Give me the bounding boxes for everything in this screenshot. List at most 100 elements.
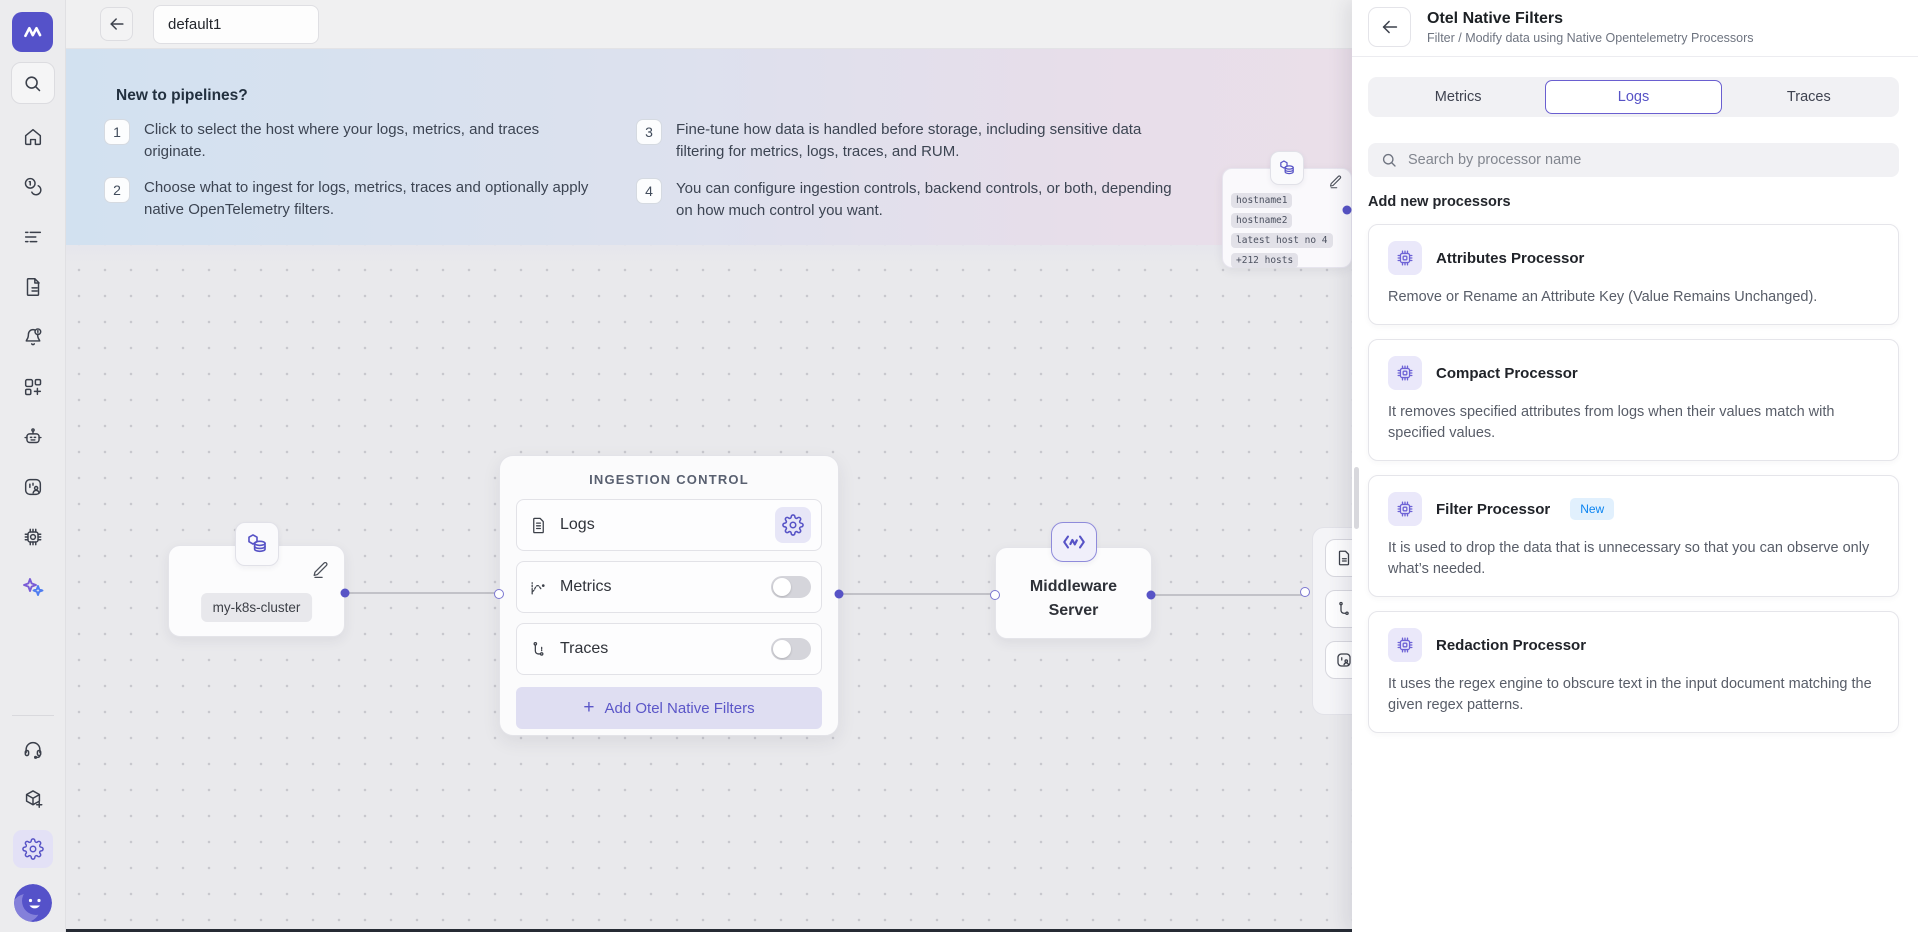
- search-icon: [22, 73, 43, 94]
- connection-point[interactable]: [835, 590, 844, 599]
- processor-card-filter[interactable]: Filter Processor New It is used to drop …: [1368, 475, 1899, 597]
- user-analytics-icon: [1335, 651, 1352, 669]
- stub-rum-box[interactable]: [1325, 641, 1352, 679]
- logs-doc-icon: [529, 516, 548, 535]
- edit-source-node-button[interactable]: [311, 560, 330, 579]
- k8s-badge: [235, 522, 279, 566]
- sidebar-item-alerts[interactable]: [13, 318, 53, 356]
- user-avatar[interactable]: [14, 884, 52, 922]
- headphones-icon: [22, 738, 44, 760]
- processor-name: Filter Processor: [1436, 501, 1550, 518]
- connection-point[interactable]: [1300, 587, 1310, 597]
- logs-settings-button[interactable]: [775, 507, 811, 543]
- pipeline-canvas[interactable]: New to pipelines? 1 Click to select the …: [66, 49, 1352, 932]
- sidebar-item-infrastructure[interactable]: [13, 518, 53, 556]
- destination-stub-card[interactable]: [1312, 527, 1352, 715]
- arrow-left-icon: [1379, 16, 1401, 38]
- connection-point[interactable]: [990, 590, 1000, 600]
- panel-scrollbar[interactable]: [1354, 467, 1359, 529]
- topbar: [66, 0, 1352, 49]
- sidebar-item-home[interactable]: [13, 118, 53, 156]
- processor-card-redaction[interactable]: Redaction Processor It uses the regex en…: [1368, 611, 1899, 733]
- back-button[interactable]: [100, 7, 133, 41]
- stub-traces-box[interactable]: [1325, 590, 1352, 628]
- arrow-left-icon: [107, 14, 127, 34]
- connection-point[interactable]: [1343, 206, 1352, 215]
- ingestion-row-metrics[interactable]: Metrics: [516, 561, 822, 613]
- middleware-logo[interactable]: [12, 12, 53, 52]
- sidebar-item-ai[interactable]: [13, 568, 53, 606]
- host-preview-node[interactable]: hostname1 hostname2 latest host no 4 +21…: [1222, 168, 1352, 268]
- signal-tabs: Metrics Logs Traces: [1368, 77, 1899, 117]
- processor-card-attributes[interactable]: Attributes Processor Remove or Rename an…: [1368, 224, 1899, 325]
- host-pill: hostname2: [1231, 213, 1292, 228]
- ingestion-row-label: Traces: [560, 640, 771, 658]
- add-otel-native-filters-button[interactable]: + Add Otel Native Filters: [516, 687, 822, 729]
- tab-metrics[interactable]: Metrics: [1371, 80, 1545, 114]
- edge-ingestion-to-middleware: [839, 593, 995, 595]
- sidebar-item-logs[interactable]: [13, 218, 53, 256]
- sidebar-item-rum[interactable]: [13, 468, 53, 506]
- middleware-server-label: Middleware Server: [1030, 563, 1117, 623]
- traces-icon: [529, 640, 548, 659]
- source-node-my-k8s-cluster[interactable]: my-k8s-cluster: [168, 545, 345, 637]
- log-lines-icon: [22, 226, 44, 248]
- tab-traces[interactable]: Traces: [1722, 80, 1896, 114]
- step-number: 2: [104, 177, 130, 203]
- host-pills: hostname1 hostname2 latest host no 4 +21…: [1231, 193, 1343, 268]
- processor-description: It is used to drop the data that is unne…: [1388, 538, 1880, 580]
- stub-logs-box[interactable]: [1325, 539, 1352, 577]
- tab-logs[interactable]: Logs: [1545, 80, 1721, 114]
- panel-title: Otel Native Filters: [1427, 10, 1754, 28]
- help-step: 1 Click to select the host where your lo…: [104, 119, 589, 163]
- host-pill: hostname1: [1231, 193, 1292, 208]
- step-text: You can configure ingestion controls, ba…: [676, 178, 1181, 222]
- help-band-fade: [66, 245, 1352, 263]
- chip-icon: [22, 526, 44, 548]
- help-step: 2 Choose what to ingest for logs, metric…: [104, 177, 589, 221]
- package-plus-icon: [22, 788, 44, 810]
- processor-description: Remove or Rename an Attribute Key (Value…: [1388, 287, 1880, 308]
- processor-card-compact[interactable]: Compact Processor It removes specified a…: [1368, 339, 1899, 461]
- sidebar-item-reports[interactable]: [13, 268, 53, 306]
- middleware-server-node[interactable]: Middleware Server: [995, 547, 1152, 639]
- plus-icon: +: [583, 698, 594, 717]
- connection-point[interactable]: [494, 589, 504, 599]
- connection-point[interactable]: [341, 589, 350, 598]
- ingestion-row-traces[interactable]: Traces: [516, 623, 822, 675]
- sidebar-item-integrations[interactable]: [13, 780, 53, 818]
- k8s-cluster-icon: [244, 531, 270, 557]
- k8s-cluster-icon: [1277, 158, 1297, 178]
- add-processors-heading: Add new processors: [1368, 194, 1899, 210]
- panel-header-text: Otel Native Filters Filter / Modify data…: [1427, 10, 1754, 45]
- sidebar-item-billing[interactable]: [13, 168, 53, 206]
- processor-search-input[interactable]: [1408, 152, 1887, 168]
- k8s-badge: [1270, 151, 1304, 185]
- processor-search[interactable]: [1368, 143, 1899, 177]
- metrics-toggle-off[interactable]: [771, 576, 811, 598]
- sidebar-item-dashboards[interactable]: [13, 368, 53, 406]
- traces-toggle-off[interactable]: [771, 638, 811, 660]
- sidebar-search-button[interactable]: [11, 62, 55, 104]
- app-window: New to pipelines? 1 Click to select the …: [0, 0, 1918, 932]
- search-icon: [1380, 151, 1398, 169]
- ingestion-control-card[interactable]: INGESTION CONTROL Logs Metrics: [499, 455, 839, 736]
- edit-host-preview-button[interactable]: [1328, 174, 1343, 189]
- host-pill: +212 hosts: [1231, 253, 1298, 268]
- avatar-smiley-icon: [14, 884, 52, 922]
- pencil-icon: [1328, 174, 1343, 189]
- sidebar-item-support[interactable]: [13, 730, 53, 768]
- panel-subtitle: Filter / Modify data using Native Opente…: [1427, 31, 1754, 45]
- processor-chip-icon: [1388, 628, 1422, 662]
- panel-back-button[interactable]: [1368, 7, 1411, 47]
- step-text: Fine-tune how data is handled before sto…: [676, 119, 1151, 163]
- processor-chip-icon: [1388, 241, 1422, 275]
- document-icon: [1335, 549, 1352, 567]
- pipeline-name-input[interactable]: [153, 5, 319, 44]
- processor-description: It removes specified attributes from log…: [1388, 402, 1880, 444]
- sidebar-item-assistant[interactable]: [13, 418, 53, 456]
- processor-chip-icon: [1388, 492, 1422, 526]
- connection-point[interactable]: [1147, 591, 1156, 600]
- ingestion-row-logs[interactable]: Logs: [516, 499, 822, 551]
- sidebar-item-settings[interactable]: [13, 830, 53, 868]
